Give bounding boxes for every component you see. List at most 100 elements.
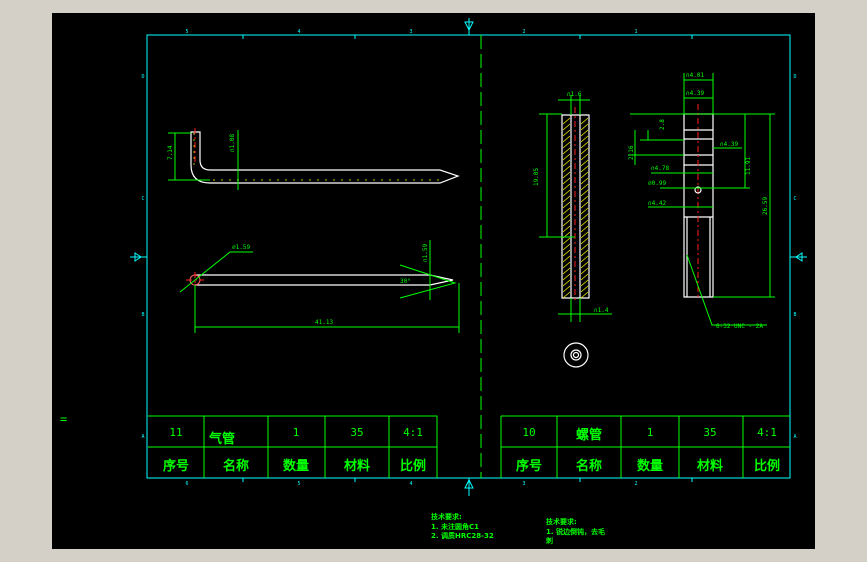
svg-text:1. 未注圆角C1: 1. 未注圆角C1 — [431, 522, 479, 531]
hatch-line — [580, 279, 589, 287]
hatch-line — [580, 117, 589, 125]
top-zone-label: 4 — [297, 29, 300, 35]
hatch-line — [580, 135, 589, 143]
tube-top-view[interactable]: ⌀1.59 ∩1.59 30° 41.13 — [179, 240, 460, 333]
svg-text:技术要求:: 技术要求: — [546, 517, 577, 526]
dim-pin-l2: 26.59 — [762, 197, 769, 215]
hatch-line — [580, 171, 589, 179]
hatch-line — [562, 129, 571, 137]
left-cell-material: 35 — [350, 426, 363, 439]
dim-tube-length: 41.13 — [315, 319, 333, 326]
nut-section-view[interactable]: ∩1.6 19.05 ∩1.4 — [533, 91, 612, 368]
dim-tube-angle: 30° — [400, 278, 411, 285]
dim-pin-hole: ⌀0.99 — [648, 180, 666, 187]
drawing-frame — [146, 34, 791, 479]
hatch-line — [562, 171, 571, 179]
svg-text:1. 锐边倒钝，去毛: 1. 锐边倒钝，去毛 — [546, 527, 605, 536]
hatch-line — [580, 291, 589, 299]
top-zone-label: 2 — [522, 29, 525, 35]
left-zone-label: C — [141, 196, 144, 202]
hatch-line — [562, 249, 571, 257]
hatch-line — [580, 177, 589, 185]
hatch-line — [562, 255, 571, 263]
hatch-line — [562, 165, 571, 173]
hatch-line — [562, 123, 571, 131]
dim-pin-s1: 2.8 — [659, 119, 666, 130]
left-cell-scale: 4:1 — [403, 426, 423, 439]
hatch-line — [562, 267, 571, 275]
hatch-line — [562, 207, 571, 215]
dim-pin-d5: ∩4.42 — [648, 200, 666, 207]
hatch-line — [580, 213, 589, 221]
bottom-zone-label: 5 — [297, 481, 300, 487]
right-cell-name: 螺管 — [576, 427, 602, 443]
dim-pin-d1: ∩4.01 — [686, 72, 704, 79]
hatch-line — [580, 255, 589, 263]
left-header-material: 材料 — [344, 458, 370, 474]
hatch-line — [580, 201, 589, 209]
left-header-name: 名称 — [223, 458, 249, 474]
right-header-number: 序号 — [516, 458, 542, 474]
hatch-line — [580, 243, 589, 251]
hatch-line — [580, 273, 589, 281]
hatch-line — [580, 147, 589, 155]
right-header-name: 名称 — [576, 458, 602, 474]
svg-text:技术要求:: 技术要求: — [431, 512, 462, 521]
hatch-line — [580, 165, 589, 173]
left-zone-label: B — [141, 312, 144, 318]
hatch-line — [580, 219, 589, 227]
left-cell-name: 气管 — [209, 431, 235, 447]
bottom-zone-label: 3 — [522, 481, 525, 487]
hatch-line — [580, 189, 589, 197]
right-header-scale: 比例 — [754, 458, 780, 474]
hatch-line — [562, 291, 571, 299]
hatch-line — [562, 135, 571, 143]
cad-drawing-canvas[interactable]: 5 4 3 2 1 6 5 4 3 2 D D C C B B A A 7.14 ∩1.08 ⌀1.59 ∩1.5… — [52, 13, 815, 549]
dim-tube-dia: ∩1.08 — [229, 134, 236, 152]
dim-pin-d3: ∩4.39 — [720, 141, 738, 148]
right-zone-label: C — [793, 196, 796, 202]
hatch-line — [580, 261, 589, 269]
hatch-line — [580, 285, 589, 293]
right-cell-qty: 1 — [647, 426, 654, 439]
hatch-line — [562, 243, 571, 251]
svg-text:刺: 刺 — [545, 536, 553, 545]
drawing-sheet: 5 4 3 2 1 6 5 4 3 2 D D C C B B A A 7.14 ∩1.08 ⌀1.59 ∩1.5… — [130, 18, 807, 545]
hatch-line — [562, 201, 571, 209]
dim-tube-hole: ⌀1.59 — [232, 244, 250, 251]
hatch-line — [580, 183, 589, 191]
dim-pin-d2: ∩4.39 — [686, 90, 704, 97]
side-mark: = — [60, 412, 68, 426]
hatch-line — [580, 159, 589, 167]
dim-pin-s2: 2.16 — [628, 145, 635, 160]
technical-notes-left: 技术要求: 1. 未注圆角C1 2. 调质HRC28-32 — [431, 512, 494, 540]
left-header-scale: 比例 — [400, 458, 426, 474]
svg-text:2. 调质HRC28-32: 2. 调质HRC28-32 — [431, 531, 494, 540]
hatch-line — [562, 141, 571, 149]
hatch-line — [562, 219, 571, 227]
dim-tube-height: 7.14 — [167, 145, 174, 160]
hatch-line — [562, 177, 571, 185]
right-zone-label: D — [793, 74, 796, 80]
bottom-zone-label: 6 — [185, 481, 188, 487]
dim-nut-bottom: ∩1.4 — [594, 307, 609, 314]
right-zone-label: B — [793, 312, 796, 318]
hatch-line — [580, 129, 589, 137]
hatch-line — [580, 237, 589, 245]
dim-pin-d4: ∩4.78 — [651, 165, 669, 172]
bottom-zone-label: 4 — [409, 481, 412, 487]
hatch-line — [562, 213, 571, 221]
hatch-line — [562, 279, 571, 287]
pin-view[interactable]: ∩4.01 ∩4.39 2.8 2.16 ∩4.39 ∩4.78 ⌀0.99 ∩… — [628, 72, 775, 330]
top-zone-label: 1 — [634, 29, 637, 35]
hatch-line — [580, 207, 589, 215]
hatch-line — [562, 147, 571, 155]
right-cell-material: 35 — [703, 426, 716, 439]
tube-side-view[interactable]: 7.14 ∩1.08 — [167, 128, 460, 190]
dim-pin-l1: 11.91 — [745, 157, 752, 175]
hatch-line — [562, 285, 571, 293]
right-cell-scale: 4:1 — [757, 426, 777, 439]
top-zone-label: 5 — [185, 29, 188, 35]
hatch-line — [562, 273, 571, 281]
technical-notes-right: 技术要求: 1. 锐边倒钝，去毛 刺 — [545, 517, 605, 545]
